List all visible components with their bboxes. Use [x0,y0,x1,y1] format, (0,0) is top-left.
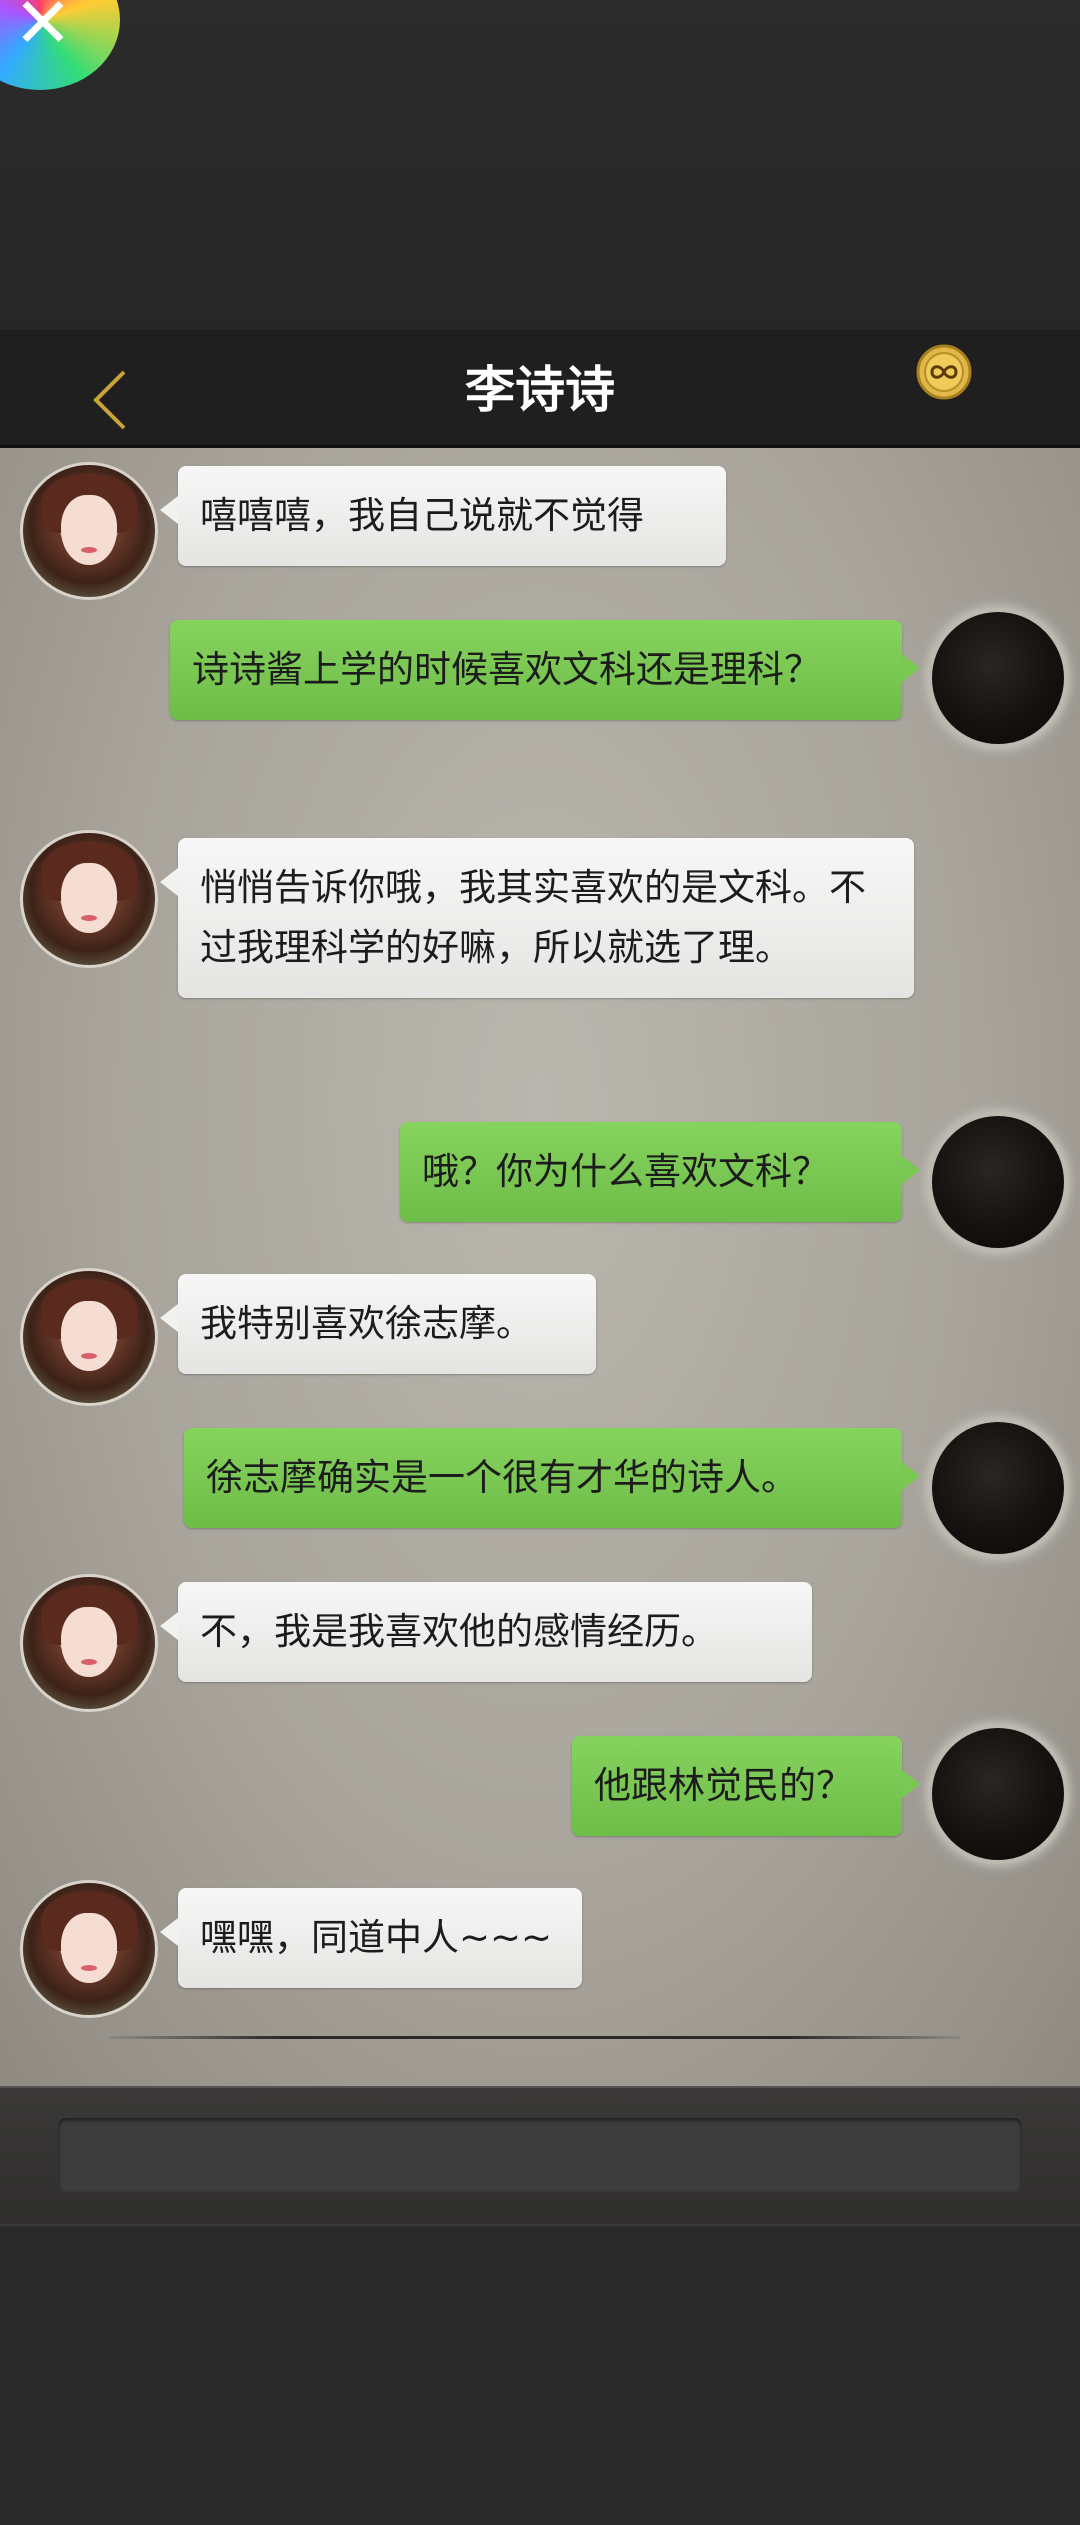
contact-avatar[interactable] [20,1880,158,2018]
input-bar [0,2086,1080,2226]
contact-avatar[interactable] [20,830,158,968]
bottom-panel [0,2224,1080,2525]
outgoing-message[interactable]: 诗诗酱上学的时候喜欢文科还是理科？ [170,620,920,720]
incoming-message[interactable]: 悄悄告诉你哦，我其实喜欢的是文科。不过我理科学的好嘛，所以就选了理。 [160,838,914,998]
chat-area[interactable]: 嘻嘻嘻，我自己说就不觉得 诗诗酱上学的时候喜欢文科还是理科？ 悄悄告诉你哦，我其… [0,448,1080,2086]
contact-avatar[interactable] [20,462,158,600]
user-avatar[interactable] [932,612,1064,744]
incoming-message[interactable]: 嘻嘻嘻，我自己说就不觉得 [160,466,726,566]
close-icon: ✕ [13,0,73,64]
incoming-message[interactable]: 我特别喜欢徐志摩。 [160,1274,596,1374]
message-input[interactable] [58,2118,1022,2192]
contact-avatar[interactable] [20,1574,158,1712]
infinity-coin-icon [916,344,972,400]
user-avatar[interactable] [932,1116,1064,1248]
outgoing-message[interactable]: 他跟林觉民的？ [572,1736,920,1836]
floating-app-icon[interactable]: ✕ [0,0,120,90]
divider [110,2036,960,2039]
outgoing-message[interactable]: 哦？你为什么喜欢文科？ [400,1122,920,1222]
user-avatar[interactable] [932,1422,1064,1554]
incoming-message[interactable]: 不，我是我喜欢他的感情经历。 [160,1582,812,1682]
incoming-message[interactable]: 嘿嘿，同道中人~~~ [160,1888,582,1988]
infinity-coin-button[interactable] [915,343,973,401]
outgoing-message[interactable]: 徐志摩确实是一个很有才华的诗人。 [184,1428,920,1528]
user-avatar[interactable] [932,1728,1064,1860]
chat-header: 李诗诗 [0,330,1080,448]
contact-avatar[interactable] [20,1268,158,1406]
